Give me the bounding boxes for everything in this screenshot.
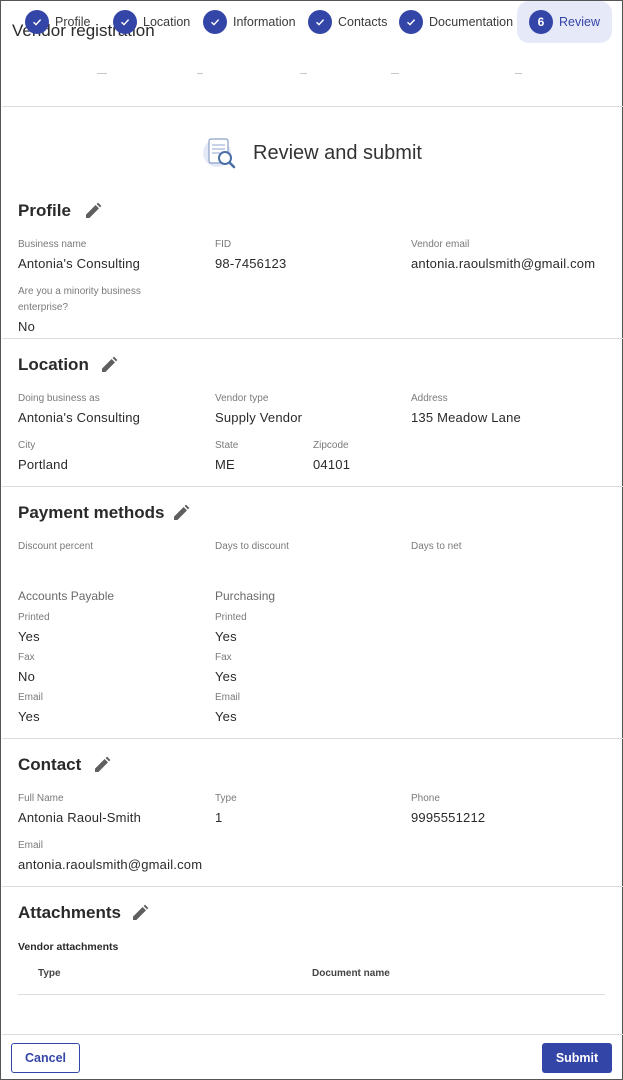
ap-printed-value: Yes [18, 629, 40, 644]
type-value: 1 [215, 810, 223, 825]
step-connector [97, 73, 107, 74]
pencil-icon[interactable] [171, 503, 191, 523]
step-location[interactable]: Location [113, 1, 190, 43]
city-value: Portland [18, 457, 69, 472]
contact-email-label: Email [18, 840, 44, 851]
ap-fax-label: Fax [18, 652, 35, 663]
step-label: Review [559, 15, 600, 29]
fid-value: 98-7456123 [215, 256, 287, 271]
step-label: Information [233, 15, 296, 29]
ap-fax-value: No [18, 669, 36, 684]
step-number: 6 [537, 15, 545, 29]
state-label: State [215, 440, 239, 451]
city-label: City [18, 440, 36, 451]
step-connector [515, 73, 522, 74]
days-to-net-label: Days to net [411, 541, 462, 552]
contact-section-title: Contact [18, 755, 82, 774]
full-name-value: Antonia Raoul-Smith [18, 810, 142, 825]
location-section-title: Location [18, 355, 89, 374]
step-label: Contacts [338, 15, 388, 29]
divider [2, 886, 623, 887]
divider [2, 738, 623, 739]
pu-email-value: Yes [215, 709, 237, 724]
pencil-icon[interactable] [92, 755, 112, 775]
dba-value: Antonia's Consulting [18, 410, 141, 425]
pencil-icon[interactable] [83, 201, 103, 221]
step-label: Documentation [429, 15, 514, 29]
ap-email-label: Email [18, 692, 44, 703]
step-information[interactable]: Information [203, 1, 296, 43]
check-icon [25, 10, 49, 34]
full-name-label: Full Name [18, 793, 64, 804]
step-label: Location [143, 15, 191, 29]
pu-email-label: Email [215, 692, 241, 703]
vendor-type-value: Supply Vendor [215, 410, 303, 425]
minority-value: No [18, 319, 36, 334]
step-documentation[interactable]: Documentation [399, 1, 513, 43]
zipcode-value: 04101 [313, 457, 351, 472]
cancel-button[interactable]: Cancel [11, 1043, 80, 1073]
contact-email-value: antonia.raoulsmith@gmail.com [18, 857, 203, 872]
pu-fax-value: Yes [215, 669, 237, 684]
zipcode-label: Zipcode [313, 440, 349, 451]
column-header-type[interactable]: Type [38, 968, 61, 979]
step-profile[interactable]: Profile [25, 1, 90, 43]
business-name-value: Antonia's Consulting [18, 256, 141, 271]
document-search-icon [203, 138, 236, 169]
discount-percent-label: Discount percent [18, 541, 94, 552]
pu-fax-label: Fax [215, 652, 232, 663]
vendor-registration-dialog: Vendor registration Profile Location Inf… [0, 0, 623, 1080]
divider [2, 338, 623, 339]
pu-printed-value: Yes [215, 629, 237, 644]
review-header: Review and submit [203, 135, 422, 171]
minority-label: Are you a minority business [18, 286, 141, 297]
pu-printed-label: Printed [215, 612, 247, 623]
check-icon [113, 10, 137, 34]
type-label: Type [215, 793, 237, 804]
business-name-label: Business name [18, 239, 87, 250]
ap-printed-label: Printed [18, 612, 50, 623]
pencil-icon[interactable] [130, 903, 150, 923]
vendor-attachments-label: Vendor attachments [18, 941, 119, 953]
profile-section-title: Profile [18, 201, 71, 220]
step-label: Profile [55, 15, 91, 29]
table-divider [18, 994, 605, 995]
minority-label-line2: enterprise? [18, 302, 69, 313]
address-value: 135 Meadow Lane [411, 410, 521, 425]
state-value: ME [215, 457, 235, 472]
fid-label: FID [215, 239, 232, 250]
vendor-email-value: antonia.raoulsmith@gmail.com [411, 256, 596, 271]
step-connector [197, 73, 203, 74]
divider [2, 106, 623, 107]
payment-section-title: Payment methods [18, 503, 165, 522]
submit-button[interactable]: Submit [542, 1043, 612, 1073]
step-contacts[interactable]: Contacts [308, 1, 387, 43]
attachments-section-title: Attachments [18, 903, 121, 922]
check-icon [203, 10, 227, 34]
divider [2, 1034, 623, 1035]
accounts-payable-heading: Accounts Payable [18, 589, 115, 603]
purchasing-heading: Purchasing [215, 589, 276, 603]
address-label: Address [411, 393, 448, 404]
phone-value: 9995551212 [411, 810, 486, 825]
pencil-icon[interactable] [99, 355, 119, 375]
column-header-document-name[interactable]: Document name [312, 968, 390, 979]
check-icon [399, 10, 423, 34]
step-connector [391, 73, 399, 74]
divider [2, 486, 623, 487]
step-review[interactable]: 6 Review [517, 1, 612, 43]
check-icon [308, 10, 332, 34]
vendor-email-label: Vendor email [411, 239, 470, 250]
days-to-discount-label: Days to discount [215, 541, 289, 552]
vendor-type-label: Vendor type [215, 393, 269, 404]
phone-label: Phone [411, 793, 440, 804]
dba-label: Doing business as [18, 393, 100, 404]
ap-email-value: Yes [18, 709, 40, 724]
step-connector [300, 73, 307, 74]
step-number-badge: 6 [529, 10, 553, 34]
review-title: Review and submit [253, 141, 422, 164]
